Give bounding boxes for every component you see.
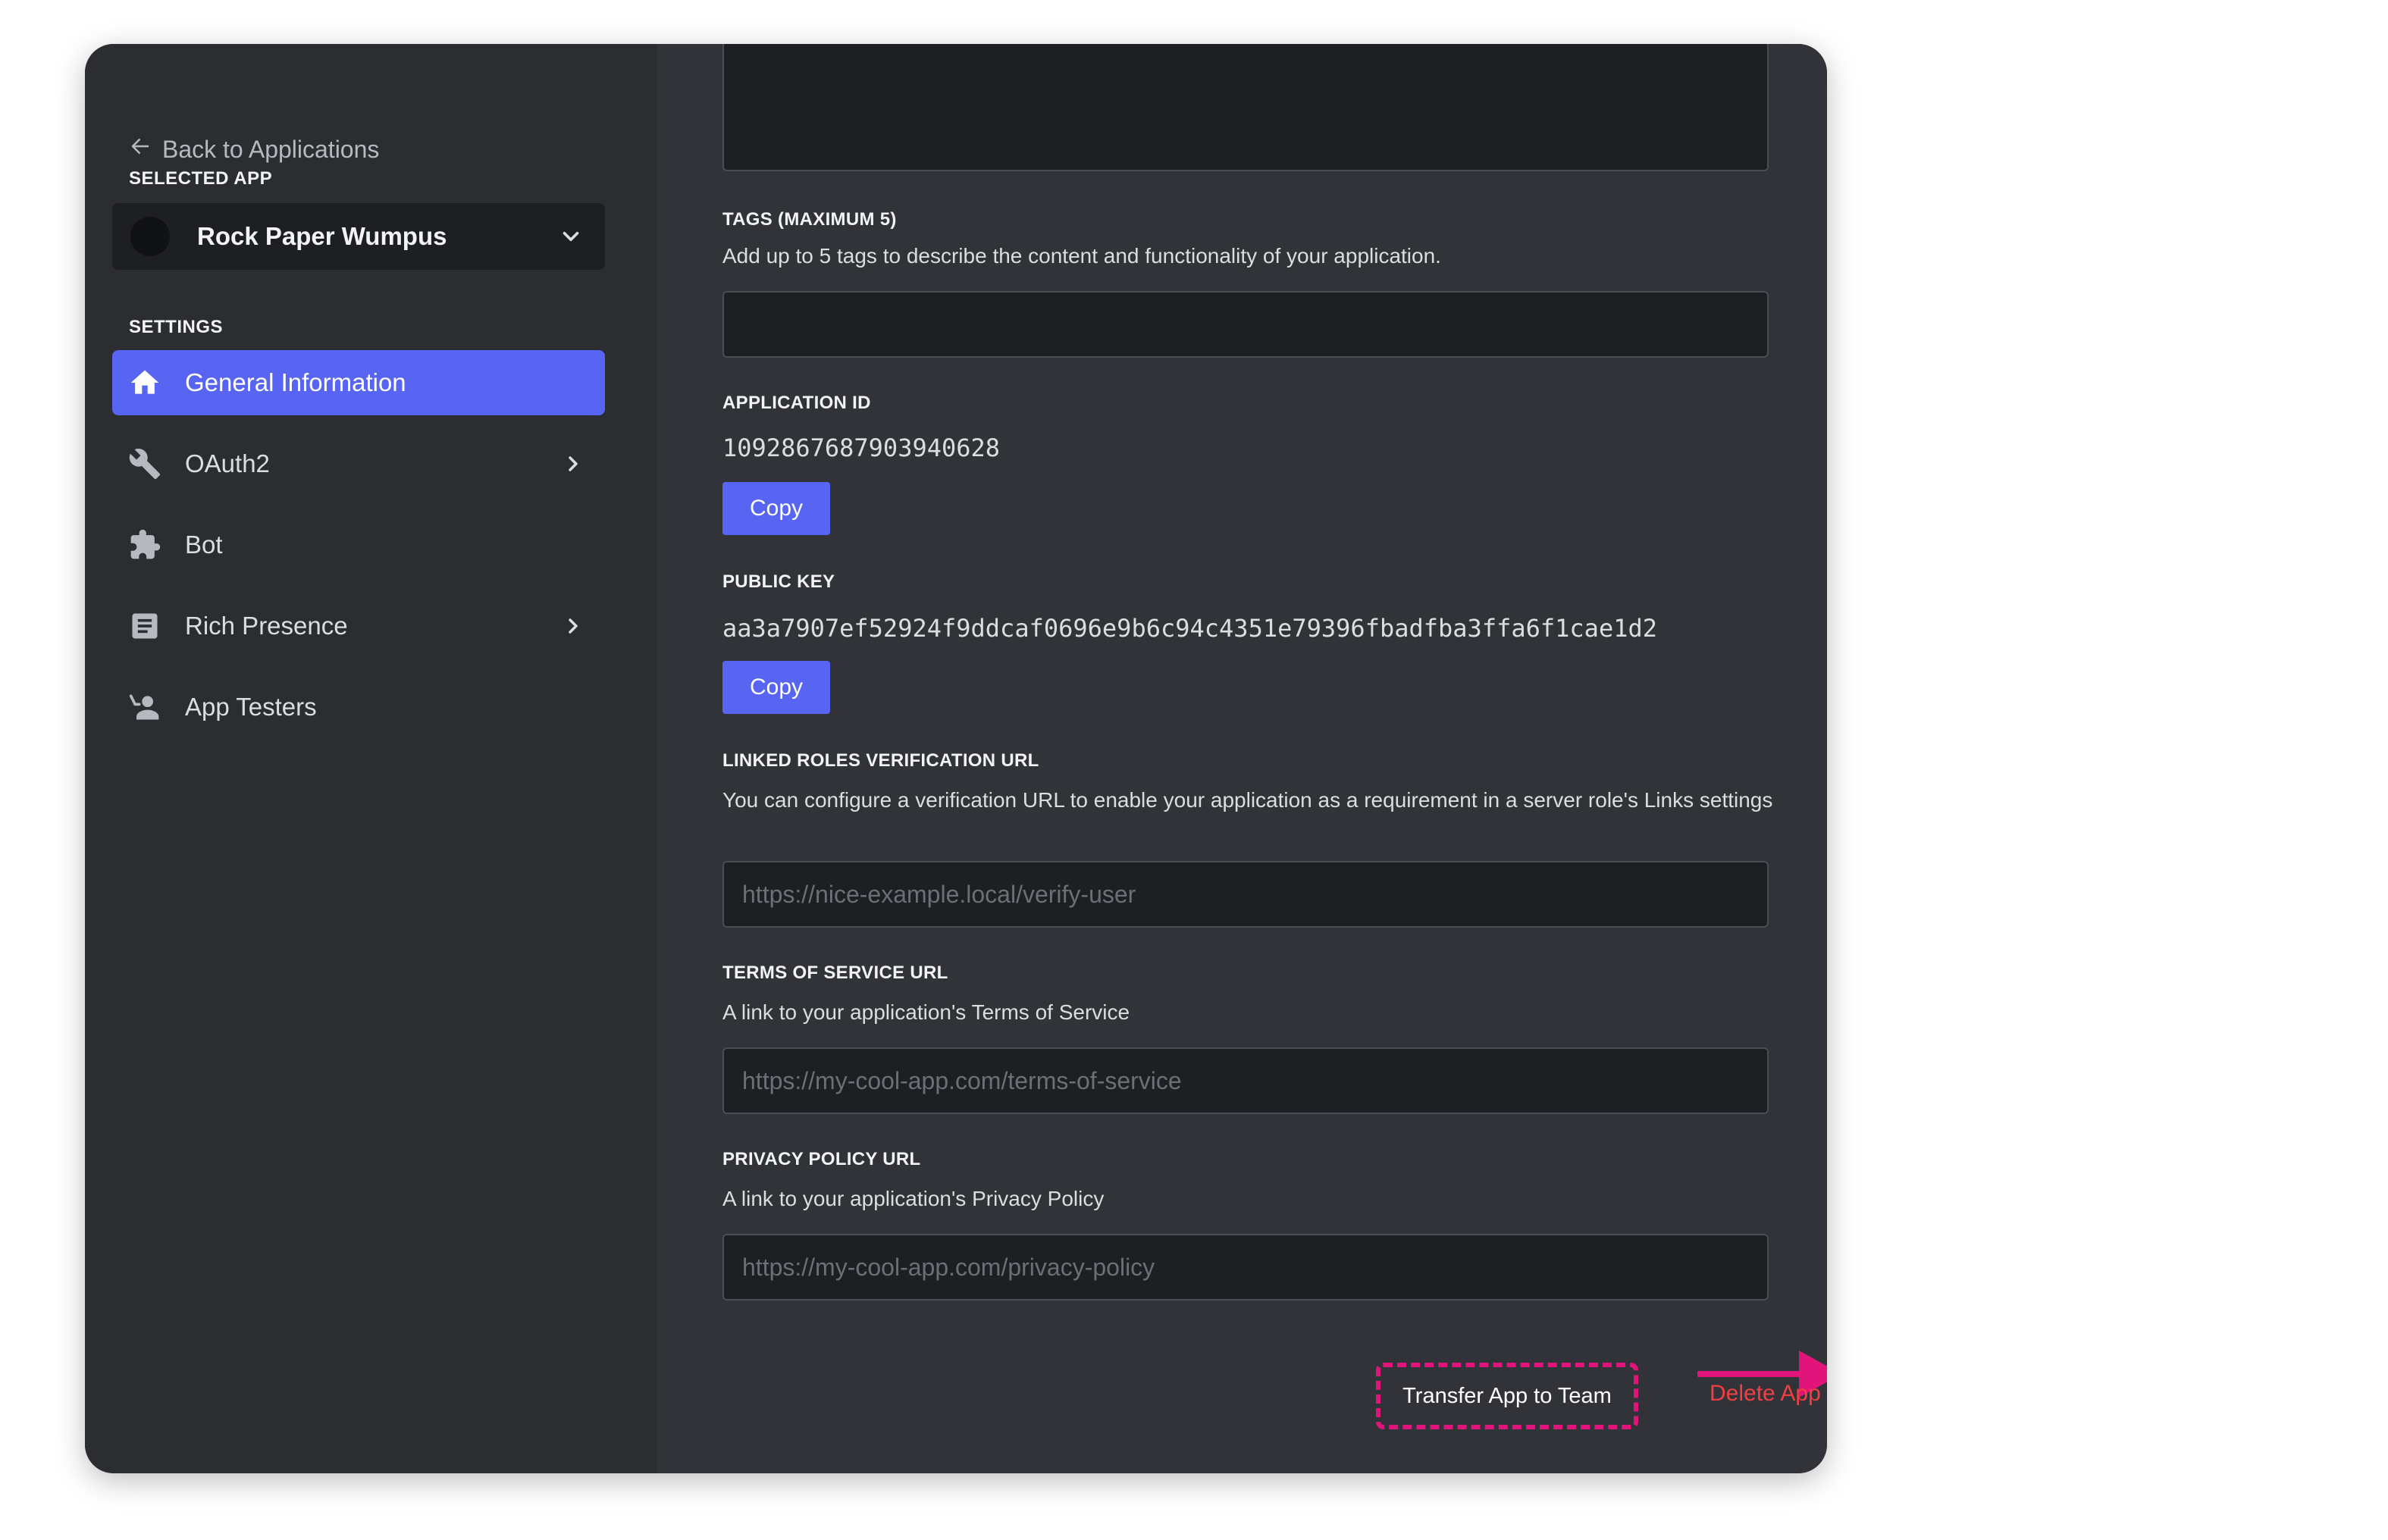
sidebar-item-label: OAuth2 [185,449,270,477]
delete-app-button[interactable]: Delete App [1710,1381,1821,1407]
sidebar-item-general-information[interactable]: General Information [112,350,605,415]
terms-of-service-url-input[interactable]: https://my-cool-app.com/terms-of-service [722,1047,1769,1114]
person-icon [127,690,162,725]
selected-app-name: Rock Paper Wumpus [197,222,447,250]
document-icon [127,609,162,643]
terms-of-service-description: A link to your application's Terms of Se… [722,1000,1130,1024]
home-icon [127,365,162,400]
tags-description: Add up to 5 tags to describe the content… [722,244,1441,268]
application-id-value: 1092867687903940628 [722,434,1001,462]
sidebar-item-app-testers[interactable]: App Testers [112,675,605,740]
privacy-policy-url-input[interactable]: https://my-cool-app.com/privacy-policy [722,1234,1769,1301]
app-avatar [130,217,170,256]
privacy-policy-description: A link to your application's Privacy Pol… [722,1187,1105,1210]
sidebar-item-label: General Information [185,368,406,396]
application-id-label: APPLICATION ID [722,393,871,413]
chevron-right-icon [569,618,578,634]
main-content: TAGS (MAXIMUM 5) Add up to 5 tags to des… [657,44,1827,1473]
copy-public-key-button[interactable]: Copy [722,661,830,714]
public-key-value: aa3a7907ef52924f9ddcaf0696e9b6c94c4351e7… [722,614,1657,643]
sidebar-item-oauth2[interactable]: OAuth2 [112,431,605,496]
sidebar-item-rich-presence[interactable]: Rich Presence [112,593,605,659]
chevron-down-icon [563,231,579,242]
settings-heading: SETTINGS [129,317,224,337]
app-window: Back to Applications SELECTED APP Rock P… [85,44,1827,1473]
tags-label: TAGS (MAXIMUM 5) [722,209,897,230]
description-textarea[interactable] [722,44,1769,171]
back-link-label: Back to Applications [162,135,380,163]
sidebar-item-bot[interactable]: Bot [112,512,605,578]
sidebar-item-label: Bot [185,531,223,559]
sidebar-item-label: Rich Presence [185,612,348,640]
terms-of-service-label: TERMS OF SERVICE URL [722,962,948,983]
tags-input[interactable] [722,291,1769,358]
back-to-applications-link[interactable]: Back to Applications [129,135,379,164]
arrow-left-icon [129,135,152,164]
chevron-right-icon [569,456,578,471]
sidebar-item-label: App Testers [185,693,317,721]
copy-application-id-button[interactable]: Copy [722,482,830,535]
linked-roles-label: LINKED ROLES VERIFICATION URL [722,750,1039,771]
privacy-policy-label: PRIVACY POLICY URL [722,1149,921,1169]
selected-app-heading: SELECTED APP [129,168,273,189]
transfer-app-to-team-button[interactable]: Transfer App to Team [1376,1363,1638,1429]
wrench-icon [127,446,162,481]
public-key-label: PUBLIC KEY [722,571,835,592]
puzzle-icon [127,527,162,562]
selected-app-dropdown[interactable]: Rock Paper Wumpus [112,203,605,270]
linked-roles-url-input[interactable]: https://nice-example.local/verify-user [722,861,1769,928]
linked-roles-description: You can configure a verification URL to … [722,788,1773,812]
sidebar: Back to Applications SELECTED APP Rock P… [85,44,657,1473]
